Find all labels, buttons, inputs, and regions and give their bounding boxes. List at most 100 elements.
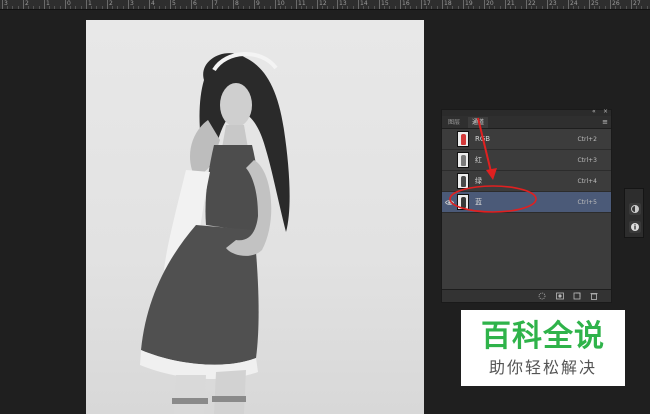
ruler-minor-tick — [447, 6, 448, 9]
ruler-minor-tick — [270, 6, 271, 9]
ruler-minor-tick — [75, 6, 76, 9]
ruler-minor-tick — [280, 6, 281, 9]
ruler-minor-tick — [243, 6, 244, 9]
eye-icon[interactable] — [445, 198, 454, 207]
ruler-tick — [23, 0, 24, 9]
ruler-tick — [44, 0, 45, 9]
ruler-tick — [337, 0, 338, 9]
info-icon[interactable] — [629, 221, 641, 233]
ruler-minor-tick — [347, 6, 348, 9]
ruler-minor-tick — [405, 6, 406, 9]
ruler-minor-tick — [636, 6, 637, 9]
panel-menu-icon[interactable]: ≡ — [602, 116, 608, 128]
ruler-minor-tick — [102, 6, 103, 9]
trash-icon[interactable] — [590, 292, 598, 300]
ruler-minor-tick — [18, 6, 19, 9]
tab-channels[interactable]: 通道 — [468, 117, 489, 128]
channel-label: RGB — [475, 135, 491, 143]
ruler-minor-tick — [584, 6, 585, 9]
channel-row-red[interactable]: 红 Ctrl+3 — [442, 150, 611, 171]
ruler-minor-tick — [222, 6, 223, 9]
ruler-minor-tick — [468, 6, 469, 9]
ruler-minor-tick — [96, 6, 97, 9]
channel-label: 绿 — [475, 177, 482, 185]
ruler-minor-tick — [594, 6, 595, 9]
ruler-minor-tick — [201, 6, 202, 9]
ruler-minor-tick — [605, 6, 606, 9]
ruler-minor-tick — [374, 6, 375, 9]
ruler-minor-tick — [291, 6, 292, 9]
ruler-tick — [442, 0, 443, 9]
ruler-minor-tick — [489, 6, 490, 9]
ruler-tick — [463, 0, 464, 9]
ruler-tick — [170, 0, 171, 9]
new-channel-icon[interactable] — [573, 292, 581, 300]
ruler-minor-tick — [180, 6, 181, 9]
ruler-minor-tick — [144, 6, 145, 9]
visibility-toggle[interactable] — [445, 135, 454, 144]
ruler-minor-tick — [91, 6, 92, 9]
watermark-title: 百科全说 — [481, 319, 605, 354]
ruler-tick — [275, 0, 276, 9]
ruler-tick — [400, 0, 401, 9]
ruler-minor-tick — [552, 6, 553, 9]
channel-thumbnail — [457, 194, 469, 210]
ruler-minor-tick — [599, 6, 600, 9]
ruler-tick — [505, 0, 506, 9]
panel-footer — [442, 289, 611, 302]
ruler-minor-tick — [81, 6, 82, 9]
ruler-minor-tick — [28, 6, 29, 9]
ruler-tick — [568, 0, 569, 9]
ruler-minor-tick — [133, 6, 134, 9]
mask-icon[interactable] — [556, 292, 564, 300]
adjust-icon[interactable] — [629, 203, 641, 215]
ruler-minor-tick — [458, 6, 459, 9]
ruler-minor-tick — [249, 6, 250, 9]
channel-row-blue[interactable]: 蓝 Ctrl+5 — [442, 192, 611, 213]
ruler-minor-tick — [510, 6, 511, 9]
channel-label: 红 — [475, 156, 482, 164]
ruler-minor-tick — [557, 6, 558, 9]
ruler-minor-tick — [207, 6, 208, 9]
ruler-minor-tick — [333, 6, 334, 9]
ruler-minor-tick — [494, 6, 495, 9]
channel-row-rgb[interactable]: RGB Ctrl+2 — [442, 129, 611, 150]
grayscale-photo — [140, 52, 290, 414]
ruler-minor-tick — [531, 6, 532, 9]
ruler-minor-tick — [175, 6, 176, 9]
ruler-minor-tick — [578, 6, 579, 9]
ruler-minor-tick — [327, 6, 328, 9]
ruler-minor-tick — [626, 6, 627, 9]
ruler-tick — [254, 0, 255, 9]
ruler-tick — [589, 0, 590, 9]
ruler-minor-tick — [49, 6, 50, 9]
ruler-tick — [233, 0, 234, 9]
ruler-tick — [421, 0, 422, 9]
ruler-tick — [128, 0, 129, 9]
ruler-minor-tick — [452, 6, 453, 9]
ruler-minor-tick — [165, 6, 166, 9]
ruler-tick — [379, 0, 380, 9]
ruler-tick — [484, 0, 485, 9]
ruler-minor-tick — [228, 6, 229, 9]
ruler-minor-tick — [410, 6, 411, 9]
channel-shortcut: Ctrl+5 — [577, 199, 597, 206]
tab-layers[interactable]: 图层 — [444, 117, 464, 128]
ruler-minor-tick — [217, 6, 218, 9]
ruler-minor-tick — [479, 6, 480, 9]
ruler-minor-tick — [322, 6, 323, 9]
document-canvas[interactable] — [86, 20, 424, 414]
channel-row-green[interactable]: 绿 Ctrl+4 — [442, 171, 611, 192]
ruler-minor-tick — [196, 6, 197, 9]
collapse-icon[interactable]: « — [592, 108, 596, 116]
close-icon[interactable]: × — [603, 108, 608, 116]
dotted-circle-icon[interactable] — [538, 292, 546, 300]
ruler-minor-tick — [395, 6, 396, 9]
ruler-minor-tick — [573, 6, 574, 9]
visibility-toggle[interactable] — [445, 177, 454, 186]
ruler-minor-tick — [641, 6, 642, 9]
ruler-tick — [317, 0, 318, 9]
visibility-toggle[interactable] — [445, 156, 454, 165]
ruler-tick — [212, 0, 213, 9]
ruler-minor-tick — [389, 6, 390, 9]
